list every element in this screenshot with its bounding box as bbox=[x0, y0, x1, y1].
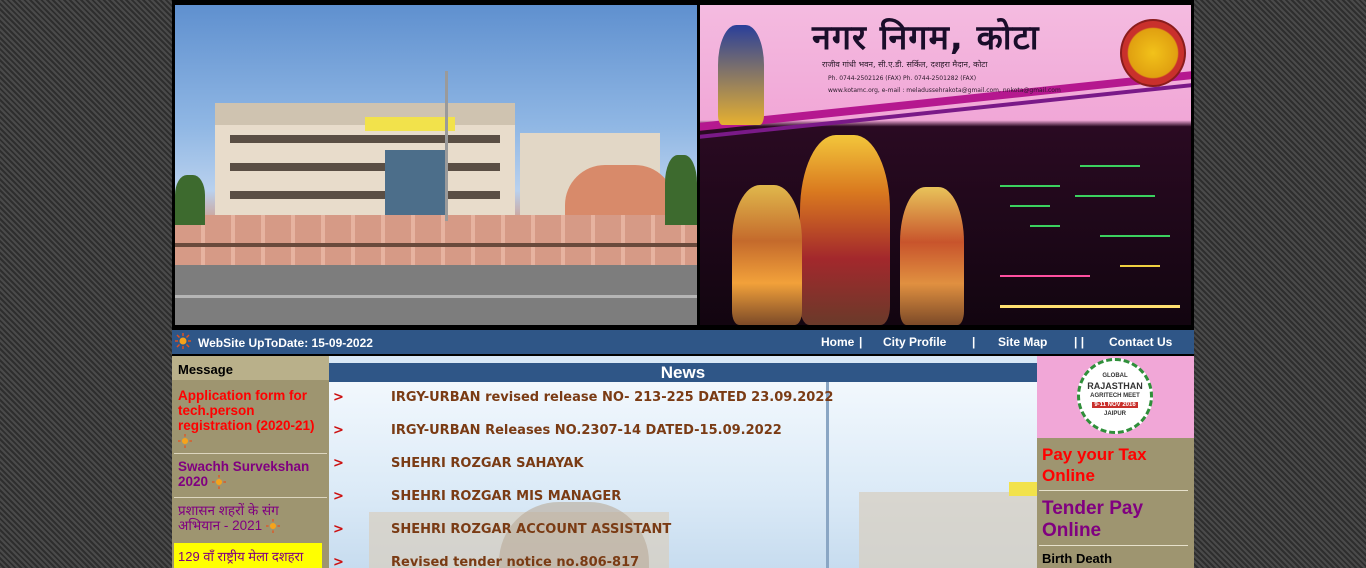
left-sidebar: Message Application form for tech.person… bbox=[172, 356, 329, 568]
left-link-prashasan-abhiyan[interactable]: प्रशासन शहरों के संग अभियान - 2021 bbox=[178, 503, 319, 534]
news-item[interactable]: > IRGY-URBAN revised release NO- 213-225… bbox=[329, 390, 849, 410]
banner-phone: Ph. 0744-2502126 (FAX) Ph. 0744-2501282 … bbox=[828, 75, 977, 82]
dussehra-photo: नगर निगम, कोटा राजीव गांधी भवन, सी.ए.डी.… bbox=[700, 5, 1191, 325]
sun-burst-icon bbox=[175, 333, 191, 349]
tender-pay-online-link[interactable]: Tender Pay Online bbox=[1042, 498, 1192, 542]
nav-contact-link[interactable]: Contact Us bbox=[1109, 335, 1172, 349]
agritech-badge-icon: GLOBAL RAJASTHAN AGRITECH MEET 9-11 NOV … bbox=[1077, 358, 1153, 434]
ram-figure bbox=[718, 25, 764, 125]
message-header: Message bbox=[172, 356, 329, 380]
left-link-dussehra-mela[interactable]: 129 वाँ राष्ट्रीय मेला दशहरा bbox=[178, 549, 319, 564]
banner-address: राजीव गांधी भवन, सी.ए.डी. सर्किल, दशहरा … bbox=[822, 60, 988, 69]
nav-city-profile-link[interactable]: City Profile bbox=[883, 335, 946, 349]
news-item[interactable]: > Revised tender notice no.806-817 bbox=[329, 555, 849, 568]
nav-separator: | bbox=[972, 335, 976, 349]
page-container: नगर निगम, कोटा राजीव गांधी भवन, सी.ए.डी.… bbox=[172, 0, 1194, 568]
left-link-swachh-survekshan[interactable]: Swachh Survekshan 2020 bbox=[178, 459, 319, 490]
left-link-tech-person-form[interactable]: Application form for tech.person registr… bbox=[178, 388, 319, 449]
dussehra-link-box[interactable]: 129 वाँ राष्ट्रीय मेला दशहरा bbox=[174, 543, 322, 568]
divider bbox=[1039, 490, 1188, 491]
birth-death-link[interactable]: Birth Death bbox=[1042, 551, 1112, 566]
effigy-right bbox=[900, 187, 964, 325]
nav-home-link[interactable]: Home bbox=[821, 335, 854, 349]
sun-burst-icon bbox=[178, 434, 192, 449]
header-banner: नगर निगम, कोटा राजीव गांधी भवन, सी.ए.डी.… bbox=[174, 4, 1192, 326]
arrow-icon: > bbox=[333, 423, 344, 438]
sun-burst-icon bbox=[211, 475, 226, 490]
news-title: News bbox=[329, 363, 1037, 382]
seal-logo-icon bbox=[1120, 19, 1186, 87]
effigy-center bbox=[800, 135, 890, 325]
top-navbar: WebSite UpToDate: 15-09-2022 Home | City… bbox=[172, 330, 1194, 354]
arrow-icon: > bbox=[333, 456, 344, 471]
website-update-label: WebSite UpToDate: 15-09-2022 bbox=[198, 336, 373, 350]
news-item[interactable]: > SHEHRI ROZGAR SAHAYAK bbox=[329, 456, 849, 476]
divider bbox=[1039, 545, 1188, 546]
news-list: > IRGY-URBAN revised release NO- 213-225… bbox=[329, 382, 1037, 568]
divider bbox=[174, 453, 327, 454]
pay-tax-online-link[interactable]: Pay your Tax Online bbox=[1042, 444, 1187, 486]
news-panel: News > IRGY-URBAN revised release NO- 21… bbox=[329, 356, 1037, 568]
nav-separator: | | bbox=[1074, 335, 1085, 349]
banner-web: www.kotamc.org, e-mail : meladussehrakot… bbox=[828, 87, 1061, 94]
news-item[interactable]: > SHEHRI ROZGAR MIS MANAGER bbox=[329, 489, 849, 509]
banner-title: नगर निगम, कोटा bbox=[812, 18, 1040, 58]
news-item[interactable]: > SHEHRI ROZGAR ACCOUNT ASSISTANT bbox=[329, 522, 849, 542]
divider bbox=[174, 497, 327, 498]
nav-separator: | bbox=[859, 335, 863, 349]
right-sidebar: GLOBAL RAJASTHAN AGRITECH MEET 9-11 NOV … bbox=[1037, 356, 1194, 568]
agritech-banner[interactable]: GLOBAL RAJASTHAN AGRITECH MEET 9-11 NOV … bbox=[1037, 356, 1194, 438]
arrow-icon: > bbox=[333, 522, 344, 537]
arrow-icon: > bbox=[333, 390, 344, 405]
news-item[interactable]: > IRGY-URBAN Releases NO.2307-14 DATED-1… bbox=[329, 423, 849, 443]
nav-site-map-link[interactable]: Site Map bbox=[998, 335, 1047, 349]
arrow-icon: > bbox=[333, 489, 344, 504]
arrow-icon: > bbox=[333, 555, 344, 568]
building-photo bbox=[175, 5, 697, 325]
sun-burst-icon bbox=[265, 519, 280, 534]
effigy-left bbox=[732, 185, 802, 325]
news-top-strip bbox=[329, 356, 1037, 363]
